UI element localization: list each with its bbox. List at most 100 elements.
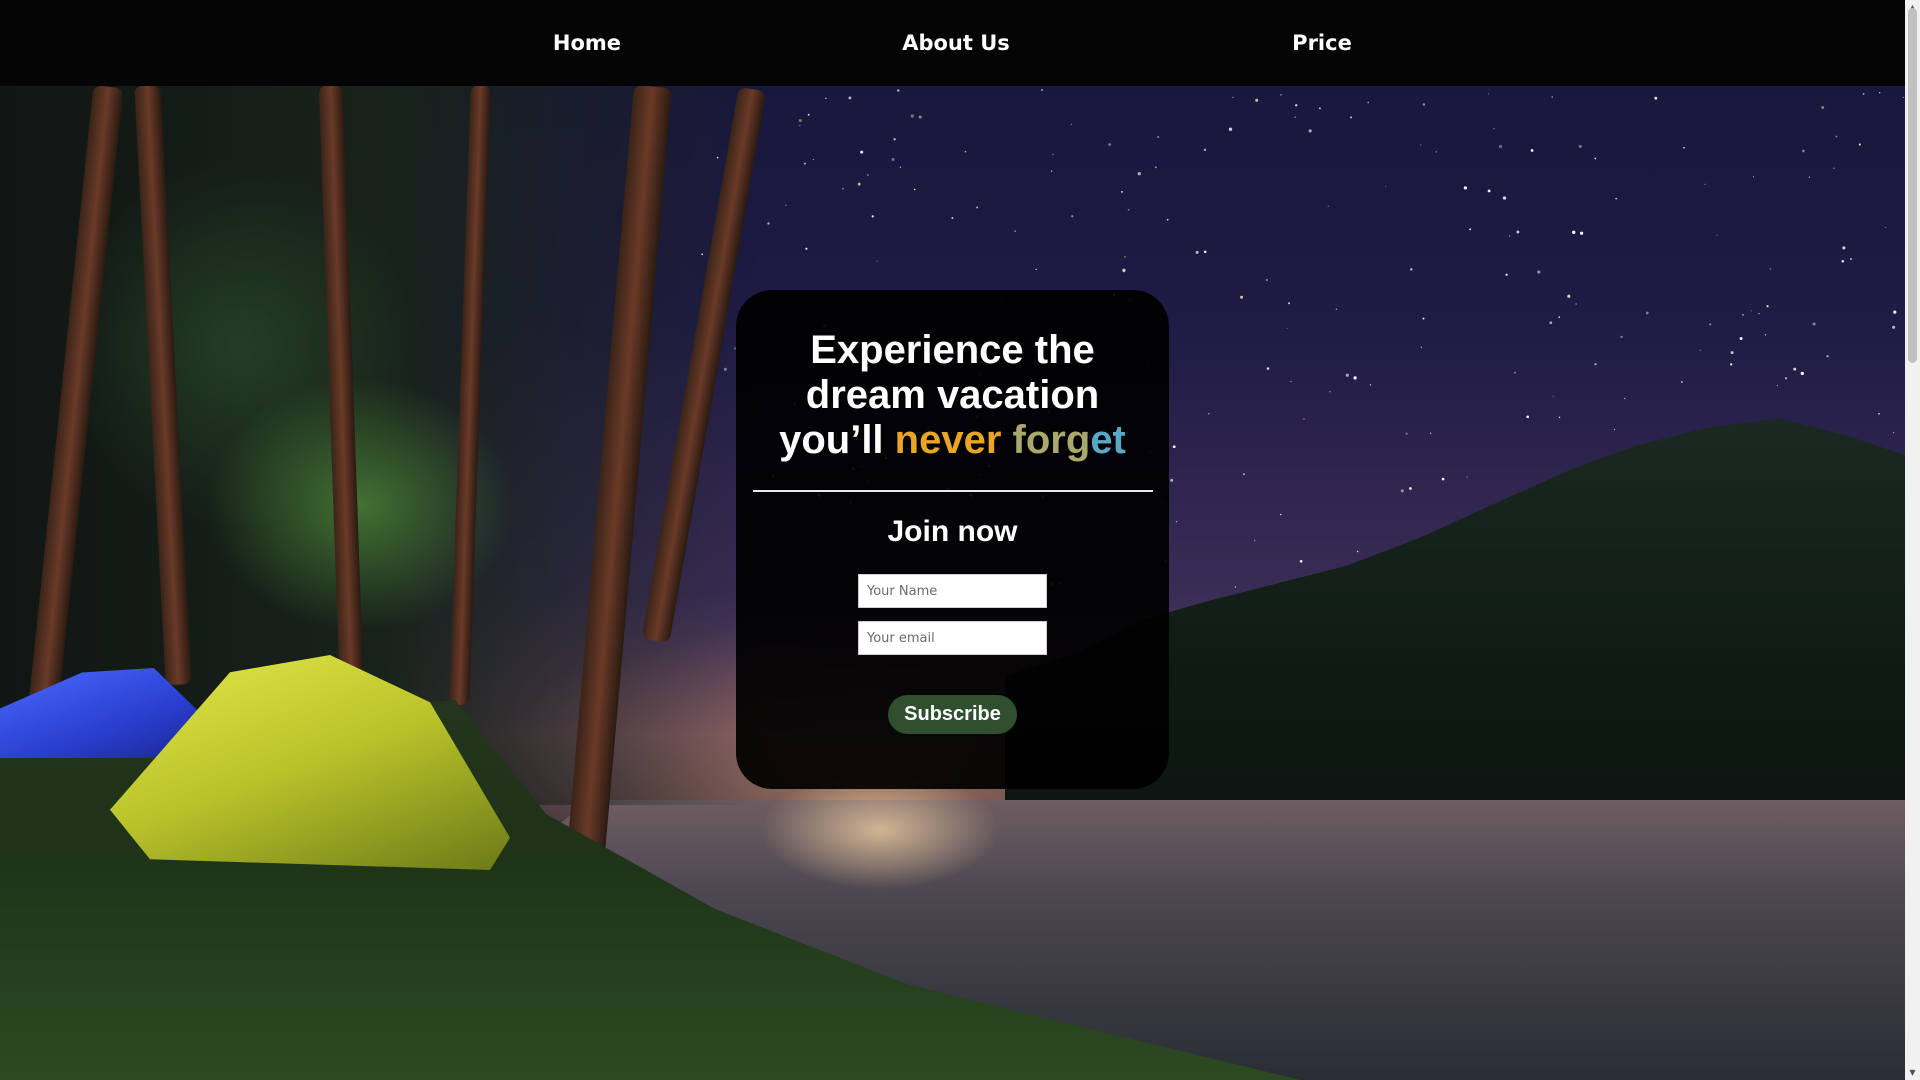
join-now-title: Join now	[887, 515, 1018, 548]
star	[1884, 227, 1886, 229]
star	[799, 124, 801, 127]
star	[1739, 337, 1743, 340]
star	[871, 215, 874, 218]
star	[767, 222, 770, 225]
star	[1203, 148, 1207, 151]
hero-headline: Experience the dream vacation you’ll nev…	[736, 328, 1169, 463]
star	[1409, 487, 1412, 490]
star	[1353, 376, 1357, 380]
star	[1530, 149, 1534, 152]
star	[1400, 489, 1404, 493]
star	[1516, 230, 1520, 234]
star	[1294, 116, 1297, 118]
star	[1558, 316, 1561, 318]
star	[1716, 234, 1718, 236]
star	[1835, 135, 1838, 138]
star	[1488, 93, 1490, 95]
star	[1290, 380, 1292, 383]
star	[1709, 323, 1712, 326]
headline-line-2: dream vacation	[805, 373, 1100, 417]
star	[1124, 256, 1126, 258]
star	[1299, 559, 1303, 563]
star	[1764, 334, 1767, 336]
star	[1172, 445, 1176, 449]
star	[1578, 144, 1582, 148]
star	[1405, 432, 1408, 435]
star	[876, 260, 878, 262]
star	[1594, 157, 1597, 160]
scrollbar-thumb[interactable]	[1908, 8, 1917, 363]
star	[1254, 539, 1256, 541]
star	[1624, 397, 1626, 400]
star	[1318, 107, 1321, 110]
star	[1207, 412, 1210, 415]
star	[1812, 322, 1816, 326]
star	[1802, 149, 1805, 153]
star	[1800, 371, 1804, 376]
star	[951, 217, 954, 219]
star	[1203, 250, 1207, 254]
star	[1422, 103, 1426, 106]
star	[1526, 415, 1530, 419]
headline-accent-et: et	[1090, 418, 1126, 462]
star	[1742, 313, 1744, 316]
star	[860, 150, 864, 154]
star	[1862, 93, 1865, 95]
star	[1879, 92, 1881, 94]
star	[1303, 418, 1305, 420]
star	[807, 113, 810, 116]
star	[1265, 279, 1268, 281]
star	[1498, 144, 1503, 149]
star	[1878, 413, 1880, 415]
star	[798, 118, 802, 123]
nav-home-link[interactable]: Home	[467, 0, 707, 86]
star	[1329, 391, 1331, 393]
star	[1615, 197, 1618, 200]
star	[1769, 268, 1772, 270]
star	[1502, 196, 1507, 200]
star	[1422, 317, 1425, 320]
star	[1279, 513, 1282, 516]
nav-about-us-link[interactable]: About Us	[836, 0, 1076, 86]
star	[1071, 215, 1074, 218]
star	[1369, 384, 1372, 386]
star	[812, 158, 814, 161]
star	[1821, 106, 1825, 109]
subscribe-button[interactable]: Subscribe	[888, 695, 1017, 734]
star	[803, 162, 806, 165]
star	[1410, 268, 1413, 271]
star	[1137, 172, 1141, 176]
star	[1420, 144, 1422, 146]
star	[964, 150, 967, 153]
star	[1551, 96, 1553, 98]
star	[1385, 185, 1387, 187]
star	[1122, 268, 1126, 272]
star	[1514, 371, 1516, 374]
scroll-down-arrow-icon[interactable]: ▼	[1905, 1065, 1920, 1080]
star	[1040, 88, 1044, 92]
star	[1892, 325, 1896, 329]
star	[1858, 143, 1861, 146]
vertical-scrollbar[interactable]: ▲ ▼	[1905, 0, 1920, 1080]
star	[1441, 477, 1445, 481]
star	[1170, 478, 1174, 482]
star	[842, 187, 844, 190]
star	[1842, 246, 1846, 250]
star	[1255, 98, 1259, 102]
star	[1766, 305, 1769, 308]
star	[1793, 367, 1797, 371]
headline-line-1: Experience the	[810, 328, 1095, 372]
nav-price-link[interactable]: Price	[1202, 0, 1442, 86]
star	[1730, 363, 1733, 366]
star	[1487, 189, 1491, 193]
star	[899, 166, 902, 168]
headline-line-3: you’ll never forget	[756, 418, 1149, 463]
name-input[interactable]	[858, 574, 1047, 608]
star	[1841, 259, 1845, 263]
star	[1308, 129, 1312, 133]
star	[1567, 294, 1571, 298]
star	[1466, 476, 1468, 478]
star	[1558, 416, 1561, 419]
star	[1035, 268, 1037, 271]
email-input[interactable]	[858, 621, 1047, 655]
